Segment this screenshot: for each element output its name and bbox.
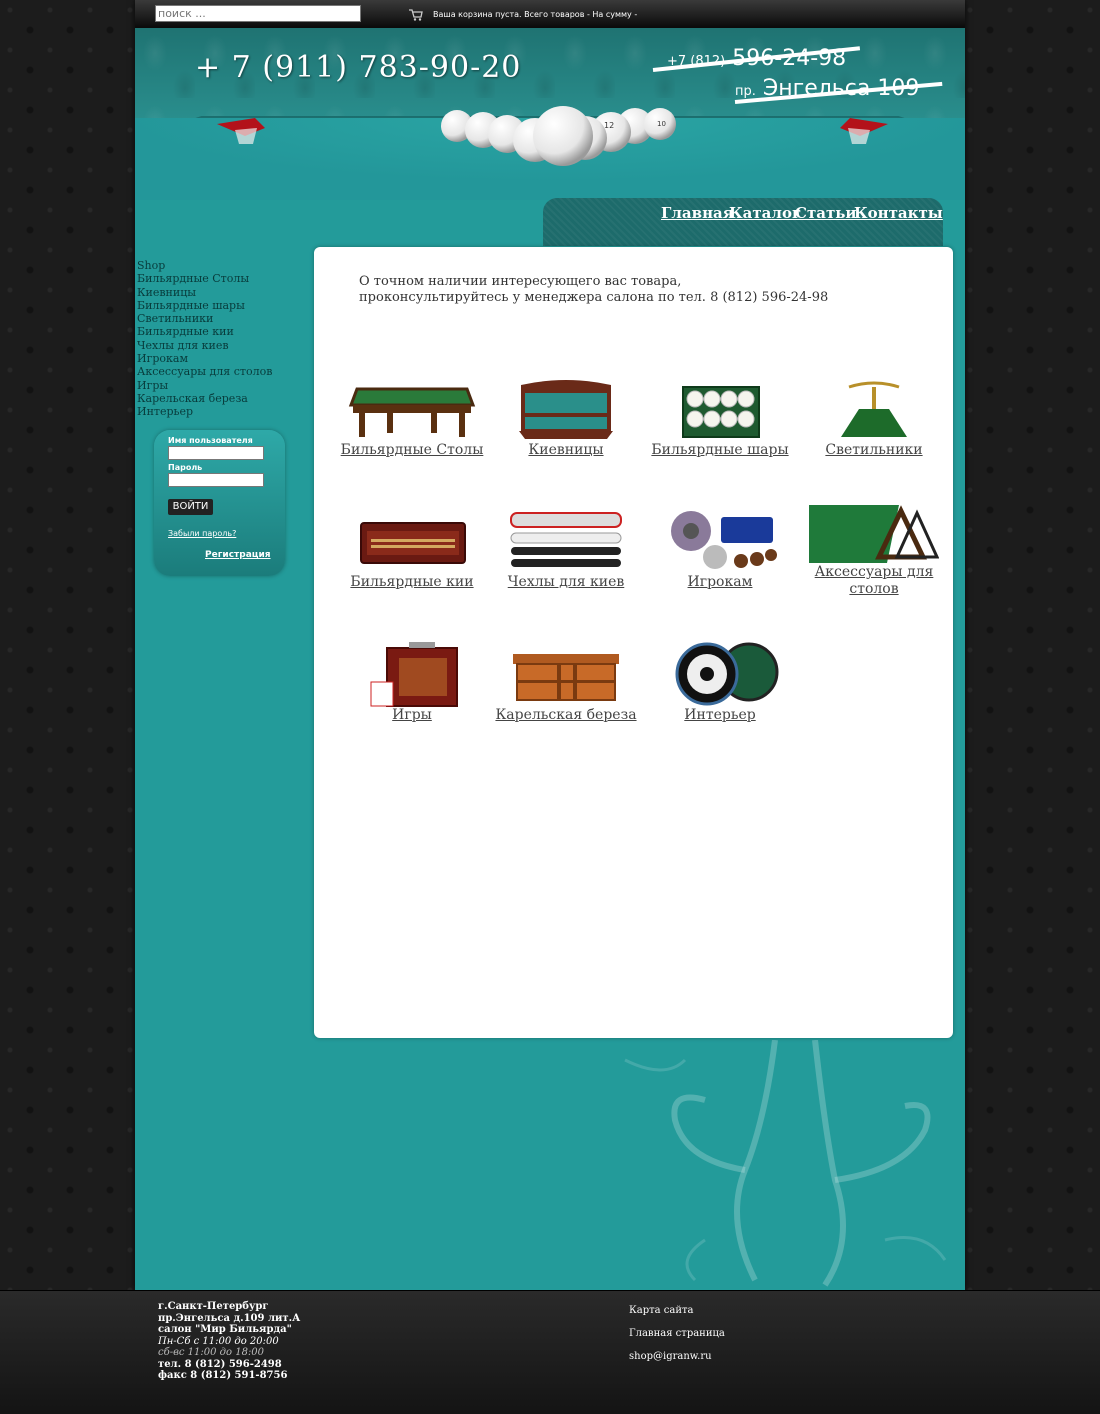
category-lamps[interactable]: Светильники — [799, 377, 949, 459]
cart-icon — [409, 9, 423, 21]
svg-text:12: 12 — [604, 121, 614, 130]
triangle-icon — [809, 505, 939, 563]
floral-ornament — [624, 1040, 947, 1287]
sidebar-item-players[interactable]: Игрокам — [137, 352, 272, 365]
username-label: Имя пользователя — [168, 436, 253, 445]
username-field[interactable] — [168, 446, 264, 460]
sidebar-item-lamps[interactable]: Светильники — [137, 312, 272, 325]
main-content: О точном наличии интересующего вас товар… — [314, 247, 953, 1038]
password-field[interactable] — [168, 473, 264, 487]
sidebar-item-games[interactable]: Игры — [137, 379, 272, 392]
cue-case-icon — [360, 522, 466, 564]
sidebar-item-shop[interactable]: Shop — [137, 259, 272, 272]
nav-articles[interactable]: Статьи — [795, 204, 857, 222]
cue-rack-icon — [519, 380, 613, 439]
nav-catalog[interactable]: Каталог — [729, 204, 801, 222]
category-karelian-birch[interactable]: Карельская береза — [491, 642, 641, 724]
footer: г.Санкт-Петербург пр.Энгельса д.109 лит.… — [0, 1290, 1100, 1414]
sitemap-link[interactable]: Карта сайта — [629, 1305, 725, 1316]
category-cues[interactable]: Бильярдные кии — [337, 509, 487, 591]
nav-contacts[interactable]: Контакты — [854, 204, 943, 222]
category-games[interactable]: Игры — [337, 642, 487, 724]
sidebar-item-accessories[interactable]: Аксессуары для столов — [137, 365, 272, 378]
phone-number: + 7 (911) 783-90-20 — [195, 50, 522, 85]
wood-cabinet-icon — [513, 654, 619, 701]
sidebar-item-balls[interactable]: Бильярдные шары — [137, 299, 272, 312]
email-link[interactable]: shop@igranw.ru — [629, 1351, 725, 1362]
register-link[interactable]: Регистрация — [205, 550, 271, 560]
sidebar-item-tables[interactable]: Бильярдные Столы — [137, 272, 272, 285]
chalk-holder-icon — [671, 511, 777, 569]
pocket-left-icon — [217, 118, 265, 144]
sidebar-item-cue-covers[interactable]: Чехлы для киев — [137, 339, 272, 352]
login-box: Имя пользователя Пароль ВОЙТИ Забыли пар… — [154, 430, 285, 576]
billiard-table-icon — [348, 387, 476, 437]
sidebar-menu: Shop Бильярдные Столы Киевницы Бильярдны… — [137, 259, 272, 419]
sidebar-item-cue-racks[interactable]: Киевницы — [137, 286, 272, 299]
clock-icon — [675, 642, 779, 706]
header-banner: 12 10 + 7 (911) 783-90-20 +7 (812) 596-2… — [135, 28, 965, 200]
footer-links: Карта сайта Главная страница shop@igranw… — [629, 1305, 725, 1374]
nav-home[interactable]: Главная — [661, 204, 734, 222]
sidebar-item-interior[interactable]: Интерьер — [137, 405, 272, 418]
game-box-icon — [370, 642, 458, 707]
main-nav: Главная Каталог Статьи Контакты — [543, 198, 943, 246]
cart-status[interactable]: Ваша корзина пуста. Всего товаров - На с… — [433, 10, 637, 19]
balls-box-icon — [682, 386, 760, 438]
sidebar-item-karelian-birch[interactable]: Карельская береза — [137, 392, 272, 405]
home-page-link[interactable]: Главная страница — [629, 1328, 725, 1339]
category-tables[interactable]: Бильярдные Столы — [337, 377, 487, 459]
category-accessories[interactable]: Аксессуары для столов — [799, 499, 949, 598]
category-players[interactable]: Игрокам — [645, 509, 795, 591]
svg-text:10: 10 — [657, 120, 666, 128]
footer-contacts: г.Санкт-Петербург пр.Энгельса д.109 лит.… — [158, 1301, 301, 1381]
top-bar: Ваша корзина пуста. Всего товаров - На с… — [135, 0, 965, 28]
billiard-balls-icon: 12 10 — [441, 106, 676, 166]
login-button[interactable]: ВОЙТИ — [168, 499, 213, 515]
category-balls[interactable]: Бильярдные шары — [645, 377, 795, 459]
search-input[interactable] — [155, 5, 361, 22]
page-container: Ваша корзина пуста. Всего товаров - На с… — [135, 0, 965, 1290]
category-cue-racks[interactable]: Киевницы — [491, 377, 641, 459]
lamp-icon — [841, 381, 907, 437]
password-label: Пароль — [168, 463, 203, 472]
cue-cover-icon — [510, 512, 622, 567]
forgot-password-link[interactable]: Забыли пароль? — [168, 529, 236, 538]
sidebar-item-cues[interactable]: Бильярдные кии — [137, 325, 272, 338]
availability-notice: О точном наличии интересующего вас товар… — [359, 274, 829, 305]
pocket-right-icon — [840, 118, 888, 144]
category-interior[interactable]: Интерьер — [645, 642, 795, 724]
category-cue-covers[interactable]: Чехлы для киев — [491, 509, 641, 591]
